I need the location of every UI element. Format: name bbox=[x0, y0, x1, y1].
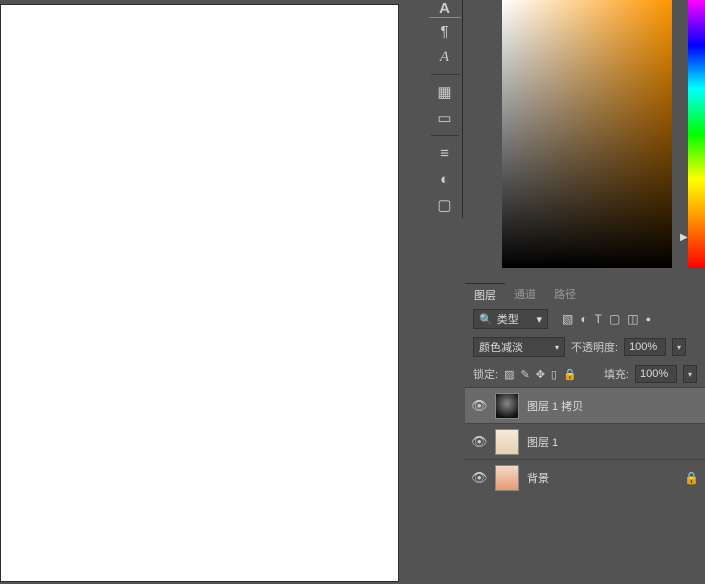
chevron-down-icon: ▾ bbox=[555, 343, 559, 352]
tool-rect-icon[interactable]: ▭ bbox=[429, 105, 461, 131]
document-canvas[interactable] bbox=[0, 4, 399, 582]
tool-paragraph-icon[interactable]: ¶ bbox=[429, 18, 461, 44]
filter-type-icons: ▧ ◐ T ▢ ◫ ● bbox=[562, 312, 651, 326]
tab-paths[interactable]: 路径 bbox=[545, 283, 585, 305]
tool-box-icon[interactable]: ▢ bbox=[429, 192, 461, 218]
layer-item[interactable]: 👁 背景 🔒 bbox=[465, 459, 705, 495]
visibility-toggle[interactable]: 👁 bbox=[471, 434, 487, 450]
search-icon: 🔍 bbox=[479, 313, 493, 326]
tool-contrast-icon[interactable]: ◐ bbox=[429, 166, 461, 192]
separator bbox=[431, 135, 459, 136]
fill-label: 填充: bbox=[604, 366, 629, 382]
filter-image-icon[interactable]: ▧ bbox=[562, 312, 573, 326]
layer-item[interactable]: 👁 图层 1 拷贝 bbox=[465, 387, 705, 423]
lock-icons: ▨ ✎ ✥ ▯ 🔒 bbox=[504, 368, 577, 381]
filter-smart-icon[interactable]: ◫ bbox=[627, 312, 638, 326]
layer-item[interactable]: 👁 图层 1 bbox=[465, 423, 705, 459]
layer-thumbnail[interactable] bbox=[495, 429, 519, 455]
layer-name[interactable]: 图层 1 bbox=[527, 434, 558, 450]
lock-artboard-icon[interactable]: ▯ bbox=[551, 368, 557, 381]
hue-strip[interactable] bbox=[688, 0, 705, 268]
layers-panel: 图层 通道 路径 🔍 类型 ▾ ▧ ◐ T ▢ ◫ ● 颜色减淡 ▾ 不透明度:… bbox=[465, 283, 705, 495]
blend-row: 颜色减淡 ▾ 不透明度: 100% ▾ bbox=[465, 333, 705, 361]
lock-position-icon[interactable]: ✥ bbox=[536, 368, 545, 381]
filter-toggle-icon[interactable]: ● bbox=[646, 314, 651, 324]
fill-value[interactable]: 100% bbox=[635, 365, 677, 383]
lock-row: 锁定: ▨ ✎ ✥ ▯ 🔒 填充: 100% ▾ bbox=[465, 361, 705, 387]
blend-mode-select[interactable]: 颜色减淡 ▾ bbox=[473, 337, 565, 357]
lock-label: 锁定: bbox=[473, 366, 498, 382]
layer-list: 👁 图层 1 拷贝 👁 图层 1 👁 背景 🔒 bbox=[465, 387, 705, 495]
layer-thumbnail[interactable] bbox=[495, 465, 519, 491]
filter-label: 类型 bbox=[497, 311, 519, 327]
canvas-area bbox=[0, 0, 405, 584]
layer-thumbnail[interactable] bbox=[495, 393, 519, 419]
filter-row: 🔍 类型 ▾ ▧ ◐ T ▢ ◫ ● bbox=[465, 305, 705, 333]
chevron-down-icon: ▾ bbox=[536, 313, 542, 326]
filter-type-icon[interactable]: T bbox=[595, 312, 602, 326]
visibility-toggle[interactable]: 👁 bbox=[471, 398, 487, 414]
color-gradient[interactable] bbox=[502, 0, 672, 268]
panel-tabs: 图层 通道 路径 bbox=[465, 283, 705, 305]
tab-layers[interactable]: 图层 bbox=[465, 283, 505, 305]
layer-name[interactable]: 背景 bbox=[527, 470, 549, 486]
lock-transparent-icon[interactable]: ▨ bbox=[504, 368, 514, 381]
type-tool-panel: A ¶ A ▦ ▭ ≡ ◐ ▢ bbox=[427, 0, 463, 218]
layer-filter-select[interactable]: 🔍 类型 ▾ bbox=[473, 309, 548, 329]
tool-char-a-top-icon[interactable]: A bbox=[429, 0, 461, 18]
opacity-label: 不透明度: bbox=[571, 339, 618, 355]
lock-paint-icon[interactable]: ✎ bbox=[520, 368, 529, 381]
hue-slider-handle[interactable]: ▶ bbox=[680, 232, 688, 243]
fill-dropdown[interactable]: ▾ bbox=[683, 365, 697, 383]
tool-glyph-icon[interactable]: A bbox=[429, 44, 461, 70]
opacity-dropdown[interactable]: ▾ bbox=[672, 338, 686, 356]
tab-channels[interactable]: 通道 bbox=[505, 283, 545, 305]
blend-mode-value: 颜色减淡 bbox=[479, 339, 523, 355]
tool-grid-icon[interactable]: ▦ bbox=[429, 79, 461, 105]
tool-sliders-icon[interactable]: ≡ bbox=[429, 140, 461, 166]
separator bbox=[431, 74, 459, 75]
opacity-value[interactable]: 100% bbox=[624, 338, 666, 356]
color-picker-field[interactable] bbox=[502, 0, 672, 268]
filter-adjust-icon[interactable]: ◐ bbox=[580, 312, 587, 326]
visibility-toggle[interactable]: 👁 bbox=[471, 470, 487, 486]
lock-indicator-icon: 🔒 bbox=[684, 471, 699, 485]
layer-name[interactable]: 图层 1 拷贝 bbox=[527, 398, 583, 414]
filter-shape-icon[interactable]: ▢ bbox=[609, 312, 620, 326]
lock-all-icon[interactable]: 🔒 bbox=[563, 368, 577, 381]
